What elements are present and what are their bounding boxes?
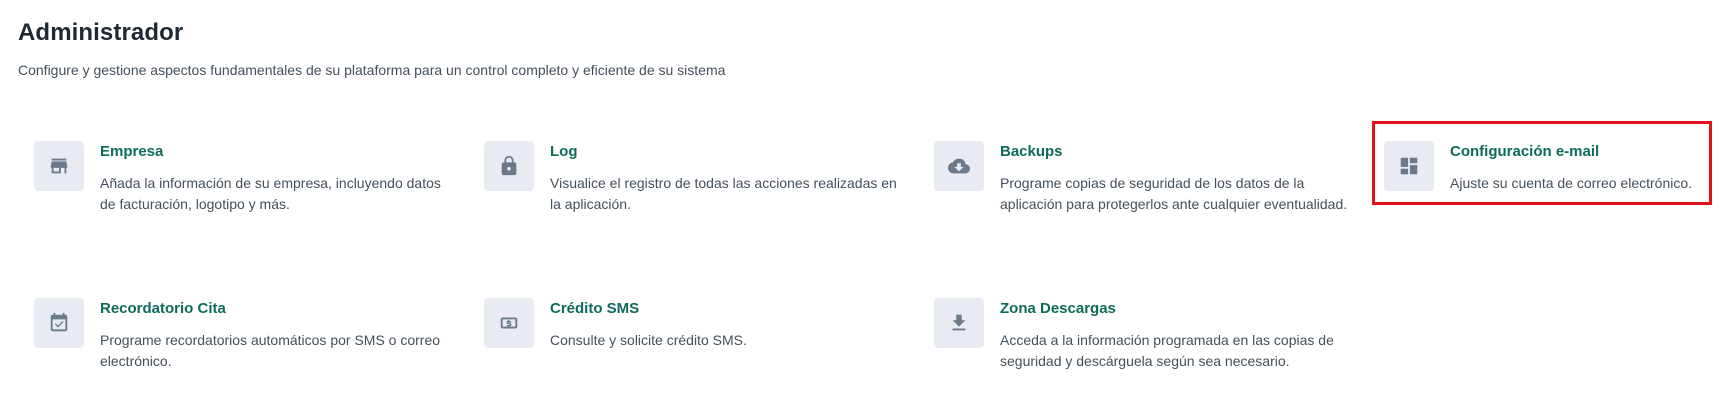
card-description: Programe copias de seguridad de los dato… — [1000, 175, 1348, 212]
card-description: Programe recordatorios automáticos por S… — [100, 332, 441, 369]
card-title: Zona Descargas — [1000, 300, 1116, 317]
calendar-check-icon — [34, 298, 84, 348]
card-title: Crédito SMS — [550, 300, 640, 317]
page-title: Administrador — [18, 19, 184, 46]
card-title: Empresa — [100, 143, 164, 160]
cloud-download-icon — [934, 141, 984, 191]
card-description: Visualice el registro de todas las accio… — [550, 175, 897, 212]
card-title: Log — [550, 143, 578, 160]
highlight-box — [1372, 121, 1712, 205]
store-icon — [34, 141, 84, 191]
card-title: Recordatorio Cita — [100, 300, 226, 317]
download-icon — [934, 298, 984, 348]
page-subtitle: Configure y gestione aspectos fundamenta… — [18, 62, 726, 78]
card-title: Backups — [1000, 143, 1063, 160]
card-description: Consulte y solicite crédito SMS. — [550, 332, 747, 348]
card-description: Acceda a la información programada en la… — [1000, 332, 1334, 369]
card-description: Añada la información de su empresa, incl… — [100, 175, 441, 212]
lock-icon — [484, 141, 534, 191]
money-icon — [484, 298, 534, 348]
